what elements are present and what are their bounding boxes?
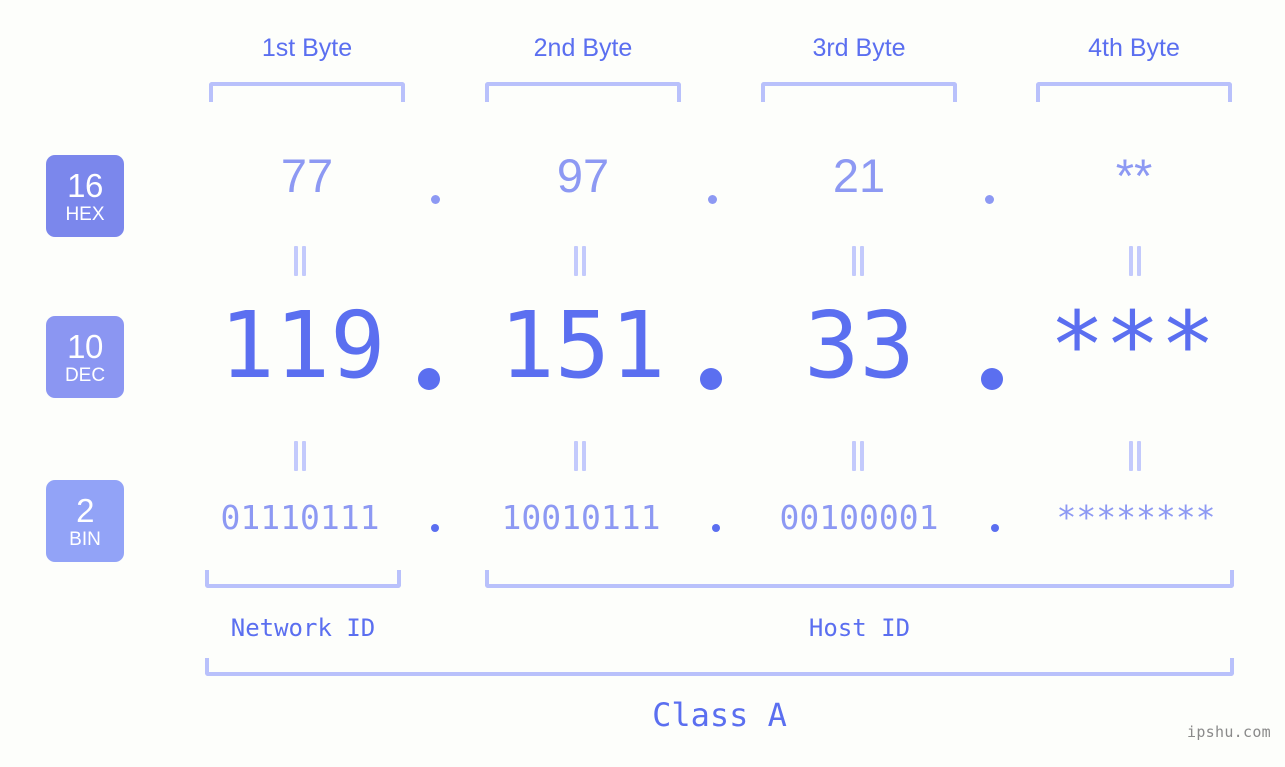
dec-separator-dot-2: [700, 368, 722, 390]
hex-separator-dot-3: [985, 195, 994, 204]
hex-byte-3: 21: [832, 149, 886, 202]
hex-byte-2: 97: [556, 149, 610, 202]
bin-separator-dot-2: [712, 524, 720, 532]
base-badge-dec-number: 10: [67, 327, 103, 365]
hex-separator-dot-2: [708, 195, 717, 204]
host-id-label: Host ID: [808, 614, 911, 642]
byte-bracket-3: [761, 82, 957, 102]
hex-byte-4: **: [1115, 149, 1153, 202]
base-badge-hex-number: 16: [67, 166, 103, 204]
equals-icon-dec-bin-1: [293, 441, 307, 471]
byte-header-4: 4th Byte: [1088, 34, 1180, 62]
bin-byte-3: 00100001: [779, 498, 939, 537]
byte-header-2: 2nd Byte: [533, 34, 633, 62]
equals-icon-hex-dec-1: [293, 246, 307, 276]
bin-byte-4: ********: [1056, 498, 1216, 537]
bin-byte-1: 01110111: [220, 498, 380, 537]
hex-byte-1: 77: [280, 149, 334, 202]
base-badge-hex: 16 HEX: [46, 155, 124, 237]
dec-byte-3: 33: [804, 292, 915, 399]
equals-icon-hex-dec-2: [573, 246, 587, 276]
dec-byte-1: 119: [219, 292, 386, 399]
network-id-label: Network ID: [230, 614, 376, 642]
base-badge-bin-label: BIN: [69, 528, 101, 550]
base-badge-dec: 10 DEC: [46, 316, 124, 398]
base-badge-bin-number: 2: [76, 491, 94, 529]
class-label: Class A: [652, 696, 787, 734]
base-badge-dec-label: DEC: [64, 364, 106, 386]
byte-bracket-4: [1036, 82, 1232, 102]
byte-header-1: 1st Byte: [261, 34, 353, 62]
equals-icon-dec-bin-2: [573, 441, 587, 471]
dec-separator-dot-3: [981, 368, 1003, 390]
class-bracket: [205, 658, 1234, 676]
base-badge-bin: 2 BIN: [46, 480, 124, 562]
dec-separator-dot-1: [418, 368, 440, 390]
equals-icon-hex-dec-3: [851, 246, 865, 276]
ip-address-breakdown-diagram: 1st Byte 2nd Byte 3rd Byte 4th Byte 16 H…: [0, 0, 1285, 767]
network-id-bracket: [205, 570, 401, 588]
base-badge-hex-label: HEX: [65, 203, 105, 225]
host-id-bracket: [485, 570, 1234, 588]
equals-icon-dec-bin-4: [1128, 441, 1142, 471]
equals-icon-dec-bin-3: [851, 441, 865, 471]
bin-separator-dot-3: [991, 524, 999, 532]
byte-header-3: 3rd Byte: [812, 34, 906, 62]
dec-byte-4: ***: [1049, 292, 1216, 399]
bin-separator-dot-1: [431, 524, 439, 532]
equals-icon-hex-dec-4: [1128, 246, 1142, 276]
byte-bracket-1: [209, 82, 405, 102]
bin-byte-2: 10010111: [501, 498, 661, 537]
dec-byte-2: 151: [499, 292, 666, 399]
watermark: ipshu.com: [1187, 723, 1271, 741]
hex-separator-dot-1: [431, 195, 440, 204]
byte-bracket-2: [485, 82, 681, 102]
